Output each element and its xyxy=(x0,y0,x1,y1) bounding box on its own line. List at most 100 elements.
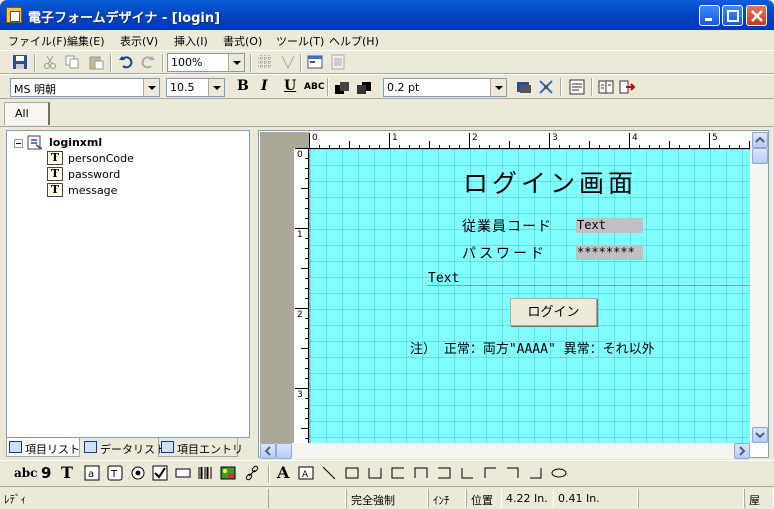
zoom-select[interactable]: 100% xyxy=(167,53,245,72)
corner-top-left-icon[interactable] xyxy=(482,465,498,481)
message-field[interactable]: Text xyxy=(428,271,459,286)
collapse-icon[interactable] xyxy=(14,139,23,148)
chevron-right-icon xyxy=(739,446,746,456)
toolbar-separator xyxy=(110,54,112,72)
tree-item-password[interactable]: password xyxy=(68,168,120,181)
underline-button[interactable]: U xyxy=(284,78,296,94)
bracket-bottom-icon[interactable] xyxy=(367,465,383,481)
bracket-top-icon[interactable] xyxy=(413,465,429,481)
ruler-label: 3 xyxy=(297,390,303,400)
line-tool-icon[interactable] xyxy=(321,465,337,481)
font-name-select[interactable]: MS 明朝 xyxy=(10,78,160,97)
status-empty-cell xyxy=(268,489,346,508)
save-icon[interactable] xyxy=(12,54,28,70)
employee-code-field[interactable]: Text xyxy=(576,218,643,233)
minimize-button[interactable] xyxy=(699,5,720,26)
ruler-label: 0 xyxy=(297,150,303,160)
scroll-up-button[interactable] xyxy=(752,132,768,148)
properties-icon[interactable] xyxy=(569,79,585,95)
font-tool-button[interactable]: A xyxy=(277,463,289,482)
maximize-button[interactable] xyxy=(722,5,743,26)
form-layout-icon[interactable] xyxy=(307,54,323,70)
radio-icon[interactable] xyxy=(130,465,146,481)
menu-insert[interactable]: 挿入(I) xyxy=(174,33,208,49)
bring-front-icon[interactable] xyxy=(334,80,350,96)
undo-icon[interactable] xyxy=(118,54,134,70)
bold-button[interactable]: B xyxy=(237,78,249,94)
line-width-select[interactable]: 0.2 pt xyxy=(383,78,507,97)
bracket-right-icon[interactable] xyxy=(436,465,452,481)
tab-item-list[interactable]: 項目リスト xyxy=(6,438,80,457)
send-back-icon[interactable] xyxy=(356,80,372,96)
menu-file[interactable]: ファイル(F) xyxy=(8,33,67,49)
scroll-left-button[interactable] xyxy=(260,443,276,459)
cut-icon[interactable] xyxy=(42,54,58,70)
scroll-thumb[interactable] xyxy=(276,443,292,459)
chevron-down-icon xyxy=(143,79,159,96)
tree-item-message[interactable]: message xyxy=(68,184,117,197)
tree-item-personcode[interactable]: personCode xyxy=(68,152,134,165)
text-tool-button[interactable]: abc xyxy=(14,466,37,480)
scroll-down-button[interactable] xyxy=(752,427,768,443)
scroll-thumb[interactable] xyxy=(752,148,768,164)
panel-tabs: 項目リスト データリスト 項目エントリ xyxy=(6,438,250,458)
ellipse-tool-icon[interactable] xyxy=(551,465,567,481)
password-field[interactable]: ******** xyxy=(576,245,643,260)
image-tool-icon[interactable] xyxy=(220,465,236,481)
employee-code-label[interactable]: 従業員コード xyxy=(462,216,552,236)
menu-help[interactable]: ヘルプ(H) xyxy=(329,33,379,49)
book-icon[interactable] xyxy=(598,79,614,95)
copy-icon[interactable] xyxy=(64,54,80,70)
textbox-a-icon[interactable]: a xyxy=(84,465,100,481)
svg-text:a: a xyxy=(88,469,94,480)
ruler-ticks xyxy=(309,133,750,149)
link-icon[interactable] xyxy=(244,465,260,481)
paste-icon[interactable] xyxy=(88,54,104,70)
vertical-scrollbar[interactable] xyxy=(752,132,768,443)
tab-strip: All xyxy=(0,99,774,127)
menu-edit[interactable]: 編集(E) xyxy=(67,33,105,49)
menu-tools[interactable]: ツール(T) xyxy=(276,33,324,49)
corner-bottom-left-icon[interactable] xyxy=(459,465,475,481)
message-underline xyxy=(427,285,750,286)
menu-view[interactable]: 表示(V) xyxy=(120,33,158,49)
horizontal-scrollbar[interactable] xyxy=(260,443,750,459)
strikethrough-button[interactable]: ABC xyxy=(304,82,324,92)
label-tool-button[interactable]: T xyxy=(61,463,73,482)
italic-button[interactable]: I xyxy=(261,78,268,94)
tab-all[interactable]: All xyxy=(4,102,50,125)
tab-item-entry[interactable]: 項目エントリ xyxy=(158,438,243,457)
align-tool-icon[interactable] xyxy=(538,79,554,95)
rectangle-tool-icon[interactable] xyxy=(344,465,360,481)
form-title[interactable]: ログイン画面 xyxy=(463,164,637,200)
chevron-down-icon xyxy=(755,432,765,439)
app-icon xyxy=(6,7,22,23)
password-label[interactable]: パスワード xyxy=(462,243,547,263)
redo-icon[interactable] xyxy=(140,54,156,70)
ruler-label: 5 xyxy=(712,133,718,143)
font-size-select[interactable]: 10.5 xyxy=(166,78,225,97)
number-tool-button[interactable]: 9 xyxy=(41,464,51,482)
barcode-icon[interactable] xyxy=(197,465,213,481)
scroll-right-button[interactable] xyxy=(734,443,750,459)
textbox-t-icon[interactable]: T xyxy=(107,465,123,481)
snap-icon[interactable] xyxy=(280,54,296,70)
close-button[interactable] xyxy=(746,5,767,26)
status-empty-cell xyxy=(638,489,744,508)
line-color-icon[interactable] xyxy=(516,79,532,95)
login-button[interactable]: ログイン xyxy=(510,298,597,326)
framed-text-icon[interactable]: A xyxy=(298,465,314,481)
tree-root-label[interactable]: loginxml xyxy=(49,136,102,149)
preview-icon[interactable] xyxy=(330,54,346,70)
exit-icon[interactable] xyxy=(619,79,635,95)
corner-top-right-icon[interactable] xyxy=(505,465,521,481)
checkbox-icon[interactable] xyxy=(152,465,168,481)
entry-icon xyxy=(161,441,174,453)
note-text[interactable]: 注） 正常：両方"AAAA" 異常：それ以外 xyxy=(410,338,655,357)
menu-format[interactable]: 書式(O) xyxy=(223,33,262,49)
grid-icon[interactable] xyxy=(257,54,273,70)
corner-bottom-right-icon[interactable] xyxy=(528,465,544,481)
button-tool-icon[interactable] xyxy=(175,465,191,481)
tab-data-list[interactable]: データリスト xyxy=(82,438,166,457)
bracket-left-icon[interactable] xyxy=(390,465,406,481)
